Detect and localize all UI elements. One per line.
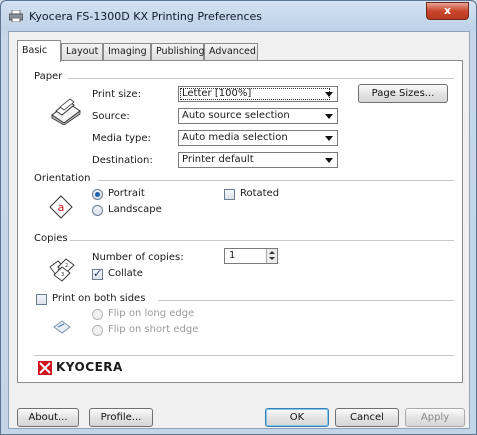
destination-label: Destination:: [92, 155, 153, 166]
ok-button[interactable]: OK: [265, 408, 329, 427]
profile-button[interactable]: Profile...: [89, 408, 153, 427]
copies-value: 1: [229, 250, 236, 261]
number-of-copies-label: Number of copies:: [92, 252, 184, 263]
tab-label: Publishing: [156, 46, 205, 57]
destination-value: Printer default: [182, 154, 254, 165]
cancel-button[interactable]: Cancel: [335, 408, 399, 427]
about-button-label: About...: [28, 412, 68, 423]
print-both-sides-checkbox[interactable]: [36, 294, 47, 305]
section-divider: [98, 180, 454, 181]
print-both-sides-label: Print on both sides: [52, 293, 146, 304]
copies-section-label: Copies: [34, 233, 68, 244]
source-select[interactable]: Auto source selection: [178, 108, 338, 124]
paper-icon: [51, 98, 81, 125]
svg-text:3: 3: [61, 272, 64, 278]
print-size-value: Letter [100%]: [182, 88, 252, 99]
tab-label: Layout: [66, 46, 99, 57]
kyocera-logo-text: KYOCERA: [56, 360, 123, 374]
chevron-down-icon: [325, 114, 333, 119]
source-value: Auto source selection: [182, 110, 290, 121]
printer-icon: [9, 10, 23, 22]
landscape-radio[interactable]: [92, 205, 103, 216]
dialog-client-area: Basic Layout Imaging Publishing Advanced…: [8, 31, 470, 429]
orientation-section-label: Orientation: [34, 173, 91, 184]
tab-imaging[interactable]: Imaging: [103, 43, 151, 61]
page-sizes-button-label: Page Sizes...: [371, 88, 435, 99]
title-bar[interactable]: Kyocera FS-1300D KX Printing Preferences…: [1, 1, 476, 31]
source-label: Source:: [92, 111, 130, 122]
tab-label: Imaging: [108, 46, 147, 57]
section-divider: [68, 78, 454, 79]
portrait-orientation-icon: a: [49, 195, 73, 219]
window-title: Kyocera FS-1300D KX Printing Preferences: [29, 10, 263, 23]
duplex-icon: [53, 320, 71, 334]
media-type-value: Auto media selection: [182, 132, 288, 143]
collate-checkbox[interactable]: [92, 267, 103, 280]
flip-short-edge-label: Flip on short edge: [108, 324, 199, 335]
section-divider: [158, 300, 454, 301]
printing-preferences-window: Kyocera FS-1300D KX Printing Preferences…: [0, 0, 477, 435]
copies-spinner[interactable]: 1: [224, 248, 278, 264]
media-type-label: Media type:: [92, 133, 151, 144]
tab-publishing[interactable]: Publishing: [151, 43, 205, 61]
tab-advanced[interactable]: Advanced: [204, 43, 258, 61]
section-divider: [70, 240, 454, 241]
chevron-up-icon[interactable]: [269, 251, 275, 254]
portrait-label: Portrait: [108, 188, 145, 199]
flip-long-edge-radio[interactable]: [92, 309, 103, 320]
flip-short-edge-radio[interactable]: [92, 325, 103, 336]
page-sizes-button[interactable]: Page Sizes...: [358, 84, 448, 103]
landscape-label: Landscape: [108, 204, 162, 215]
cancel-button-label: Cancel: [350, 412, 384, 423]
tab-label: Basic: [22, 45, 48, 56]
profile-button-label: Profile...: [100, 412, 142, 423]
print-size-label: Print size:: [92, 89, 141, 100]
print-size-select[interactable]: Letter [100%]: [178, 86, 338, 102]
tab-basic[interactable]: Basic: [17, 40, 61, 62]
tab-label: Advanced: [209, 46, 256, 57]
flip-long-edge-label: Flip on long edge: [108, 308, 195, 319]
svg-text:2: 2: [65, 263, 68, 269]
copies-icon: 1 2 3: [49, 258, 75, 282]
apply-button[interactable]: Apply: [405, 408, 465, 427]
spin-buttons[interactable]: [266, 249, 277, 263]
apply-button-label: Apply: [420, 412, 450, 423]
chevron-down-icon: [325, 136, 333, 141]
close-icon: x: [443, 4, 452, 17]
svg-text:1: 1: [57, 266, 60, 272]
portrait-radio[interactable]: [92, 189, 103, 200]
rotated-checkbox[interactable]: [224, 189, 235, 200]
basic-tab-panel: Paper Print size: Letter [100%] Page Siz…: [17, 60, 463, 383]
collate-label: Collate: [108, 268, 143, 279]
rotated-label: Rotated: [240, 188, 280, 199]
paper-section-label: Paper: [34, 71, 63, 82]
close-button[interactable]: x: [426, 2, 469, 20]
about-button[interactable]: About...: [17, 408, 79, 427]
svg-text:a: a: [58, 201, 65, 214]
destination-select[interactable]: Printer default: [178, 152, 338, 168]
tab-layout[interactable]: Layout: [61, 43, 103, 61]
media-type-select[interactable]: Auto media selection: [178, 130, 338, 146]
chevron-down-icon[interactable]: [269, 257, 275, 260]
ok-button-label: OK: [289, 412, 305, 423]
brand-divider: [34, 355, 454, 356]
chevron-down-icon: [325, 158, 333, 163]
kyocera-logo-icon: [38, 361, 52, 375]
chevron-down-icon: [325, 92, 333, 97]
